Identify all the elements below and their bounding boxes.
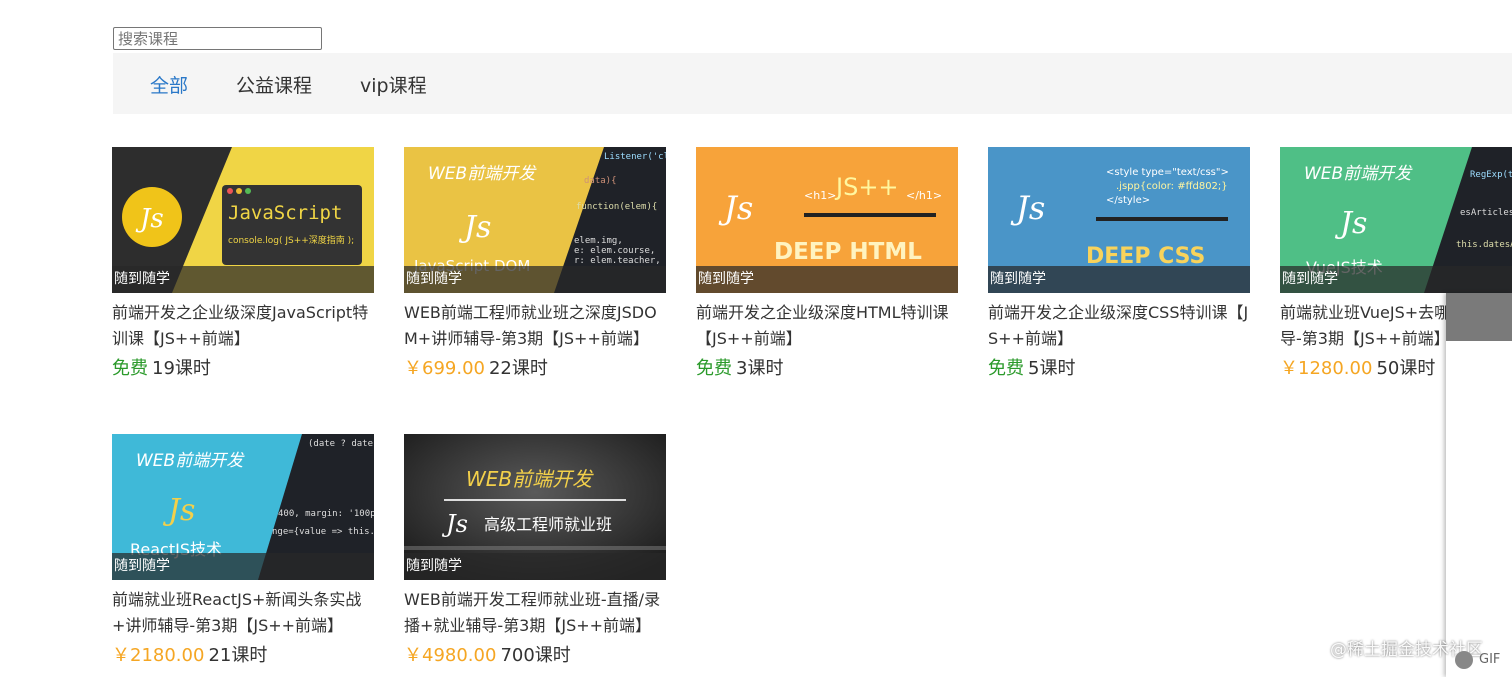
course-lessons: 50课时 <box>1376 358 1436 379</box>
thumb-tag: 随到随学 <box>404 553 666 580</box>
thumb-main-text: WEB前端开发 <box>428 164 537 184</box>
thumb-tag: 随到随学 <box>112 553 374 580</box>
course-card[interactable]: Js <h1> JS++ </h1> DEEP HTML 随到随学 前端开发之企… <box>696 147 960 381</box>
thumb-sub-text: 高级工程师就业班 <box>484 515 612 534</box>
course-lessons: 700课时 <box>500 645 571 666</box>
svg-text:e: elem.course,: e: elem.course, <box>574 246 655 256</box>
course-meta: ￥699.00 22课时 <box>404 357 668 381</box>
course-lessons: 3课时 <box>736 358 784 379</box>
course-card[interactable]: (date ? date.to 400, margin: '100px nge=… <box>112 434 376 668</box>
gif-label: GIF <box>1479 652 1501 667</box>
tab-public-courses[interactable]: 公益课程 <box>236 71 312 98</box>
svg-text:Js: Js <box>135 204 164 234</box>
svg-text:nge={value => this.hand: nge={value => this.hand <box>272 527 374 537</box>
category-tab-bar: 全部 公益课程 vip课程 <box>113 53 1512 114</box>
course-title[interactable]: 前端开发之企业级深度JavaScript特训课【JS++前端】 <box>112 300 376 352</box>
gif-badge: GIF <box>1455 647 1512 673</box>
thumb-main-text: WEB前端开发 <box>466 467 594 491</box>
side-panel <box>1446 293 1512 677</box>
course-price: 免费 <box>112 358 148 379</box>
thumb-tag: 随到随学 <box>1280 266 1512 293</box>
course-card[interactable]: WEB前端开发 Js 高级工程师就业班 随到随学 WEB前端开发工程师就业班-直… <box>404 434 668 668</box>
thumb-tag: 随到随学 <box>404 266 666 293</box>
course-title[interactable]: 前端就业班ReactJS+新闻头条实战+讲师辅导-第3期【JS++前端】 <box>112 587 376 639</box>
thumb-tag: 随到随学 <box>696 266 958 293</box>
course-title[interactable]: WEB前端开发工程师就业班-直播/录播+就业辅导-第3期【JS++前端】 <box>404 587 668 639</box>
svg-text:Js: Js <box>1010 189 1045 227</box>
course-price: ￥4980.00 <box>404 645 497 666</box>
course-card[interactable]: Js <style type="text/css"> .jspp{color: … <box>988 147 1252 381</box>
course-meta: 免费 5课时 <box>988 357 1252 381</box>
course-thumbnail[interactable]: RegExp(th esArticles; this.datesArtic WE… <box>1280 147 1512 293</box>
course-lessons: 5课时 <box>1028 358 1076 379</box>
svg-text:</h1>: </h1> <box>906 189 942 202</box>
thumb-main-text: JS++ <box>834 173 899 201</box>
thumb-tag: 随到随学 <box>988 266 1250 293</box>
course-title[interactable]: 前端开发之企业级深度CSS特训课【JS++前端】 <box>988 300 1252 352</box>
svg-text:Js: Js <box>441 510 468 538</box>
svg-text:elem.img,: elem.img, <box>574 236 623 246</box>
course-price: 免费 <box>696 358 732 379</box>
course-title[interactable]: 前端开发之企业级深度HTML特训课【JS++前端】 <box>696 300 960 352</box>
course-thumbnail[interactable]: Js JavaScript console.log( JS++深度指南 ); 随… <box>112 147 374 293</box>
course-card[interactable]: Js JavaScript console.log( JS++深度指南 ); 随… <box>112 147 376 381</box>
svg-text:RegExp(th: RegExp(th <box>1470 170 1512 180</box>
thumb-tag: 随到随学 <box>112 266 374 293</box>
side-panel-header <box>1446 293 1512 341</box>
thumb-sub-text: .jspp{color: #ffd802;} <box>1116 181 1228 192</box>
svg-text:function(elem){: function(elem){ <box>576 202 657 212</box>
thumb-main-text: WEB前端开发 <box>136 451 245 471</box>
svg-text:<h1>: <h1> <box>804 189 836 202</box>
svg-text:r: elem.teacher,: r: elem.teacher, <box>574 256 661 266</box>
course-meta: 免费 19课时 <box>112 357 376 381</box>
course-title[interactable]: WEB前端工程师就业班之深度JSDOM+讲师辅导-第3期【JS++前端】 <box>404 300 668 352</box>
course-thumbnail[interactable]: Js <style type="text/css"> .jspp{color: … <box>988 147 1250 293</box>
avatar-icon <box>1455 650 1473 669</box>
course-meta: ￥2180.00 21课时 <box>112 644 376 668</box>
course-meta: ￥4980.00 700课时 <box>404 644 668 668</box>
course-thumbnail[interactable]: WEB前端开发 Js 高级工程师就业班 随到随学 <box>404 434 666 580</box>
svg-text:(date ? date.to: (date ? date.to <box>308 439 374 449</box>
tab-all[interactable]: 全部 <box>150 71 188 98</box>
svg-text:data){: data){ <box>584 176 617 186</box>
svg-text:Listener('cli: Listener('cli <box>604 152 666 162</box>
thumb-sub-text: DEEP HTML <box>774 239 922 265</box>
course-lessons: 22课时 <box>488 358 548 379</box>
course-thumbnail[interactable]: (date ? date.to 400, margin: '100px nge=… <box>112 434 374 580</box>
course-lessons: 21课时 <box>208 645 268 666</box>
svg-text:this.datesArtic: this.datesArtic <box>1456 240 1512 250</box>
course-price: ￥2180.00 <box>112 645 205 666</box>
svg-text:Js: Js <box>718 189 753 227</box>
course-price: 免费 <box>988 358 1024 379</box>
search-input[interactable] <box>113 27 322 50</box>
course-lessons: 19课时 <box>152 358 211 379</box>
svg-text:400, margin: '100px: 400, margin: '100px <box>278 509 374 519</box>
thumb-sub-text: console.log( JS++深度指南 ); <box>228 234 354 246</box>
course-price: ￥1280.00 <box>1280 358 1373 379</box>
svg-text:<style type="text/css">: <style type="text/css"> <box>1106 167 1229 178</box>
course-thumbnail[interactable]: Js <h1> JS++ </h1> DEEP HTML 随到随学 <box>696 147 958 293</box>
thumb-main-text: JavaScript <box>228 202 342 224</box>
tab-vip-courses[interactable]: vip课程 <box>360 71 427 98</box>
thumb-main-text: WEB前端开发 <box>1304 164 1413 184</box>
svg-text:esArticles;: esArticles; <box>1460 208 1512 218</box>
course-card[interactable]: Listener('cli data){ function(elem){ ele… <box>404 147 668 381</box>
svg-text:</style>: </style> <box>1106 195 1150 206</box>
course-price: ￥699.00 <box>404 358 485 379</box>
course-meta: 免费 3课时 <box>696 357 960 381</box>
course-thumbnail[interactable]: Listener('cli data){ function(elem){ ele… <box>404 147 666 293</box>
